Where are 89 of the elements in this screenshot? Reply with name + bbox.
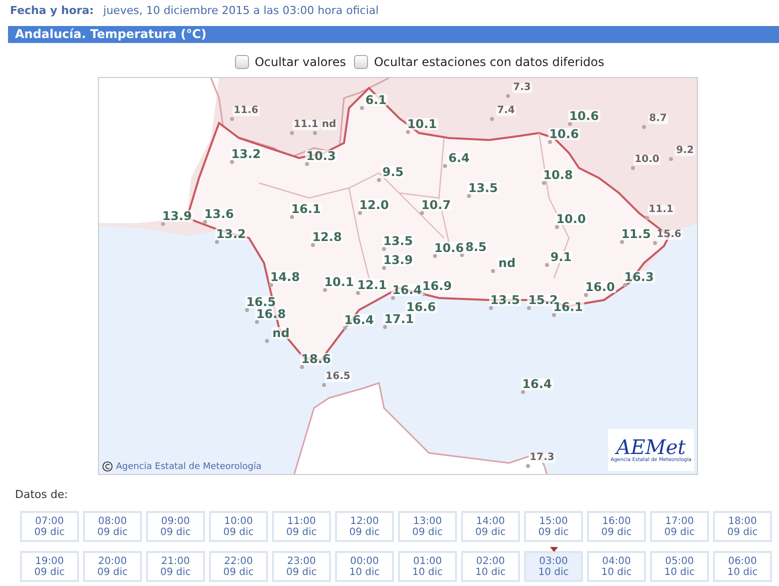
temperature-reading: 14.8 xyxy=(269,271,301,283)
checkbox[interactable] xyxy=(354,55,368,69)
date-label: Fecha y hora: xyxy=(10,4,94,17)
temperature-reading: 16.4 xyxy=(343,314,375,326)
time-slot-button[interactable]: 00:00 10 dic xyxy=(335,551,394,582)
temperature-reading: nd xyxy=(320,120,338,130)
temperature-reading: 16.0 xyxy=(584,281,616,293)
temperature-reading: 10.6 xyxy=(433,242,465,254)
temperature-reading: 10.6 xyxy=(548,128,580,140)
temperature-reading: 10.0 xyxy=(555,213,587,225)
temperature-reading: 13.9 xyxy=(382,254,414,266)
temperature-reading: 13.9 xyxy=(161,210,193,222)
temperature-reading: 16.9 xyxy=(421,280,453,292)
temperature-reading: 16.4 xyxy=(521,378,553,390)
temperature-reading: 9.2 xyxy=(675,146,695,156)
temperature-reading: 16.1 xyxy=(552,301,584,313)
temperature-reading: 17.1 xyxy=(383,313,415,325)
date-value: jueves, 10 diciembre 2015 a las 03:00 hora oficial xyxy=(103,4,379,17)
time-slot-button[interactable]: 13:00 09 dic xyxy=(398,511,457,542)
temperature-reading: 16.8 xyxy=(255,308,287,320)
checkbox[interactable] xyxy=(234,55,249,69)
temperature-reading: 12.1 xyxy=(356,279,388,291)
time-slot-button[interactable]: 11:00 09 dic xyxy=(272,511,331,542)
temperature-reading: 8.5 xyxy=(464,241,488,253)
temperature-reading: 11.5 xyxy=(620,228,652,240)
time-slot-button[interactable]: 12:00 09 dic xyxy=(335,511,394,542)
temperature-reading: 10.3 xyxy=(305,150,337,162)
temperature-reading: 10.7 xyxy=(420,199,452,211)
temperature-reading: 7.4 xyxy=(496,106,516,116)
logo-name: AEMet xyxy=(616,437,686,457)
temperature-reading: 10.8 xyxy=(542,169,574,181)
marker-icon xyxy=(550,547,558,552)
temperature-reading: 15.6 xyxy=(656,230,682,240)
time-slot-button[interactable]: 10:00 09 dic xyxy=(209,511,268,542)
temperature-reading: 11.1 xyxy=(648,205,674,215)
time-slot-button[interactable]: 01:00 10 dic xyxy=(398,551,457,582)
time-slot-button[interactable]: 02:00 10 dic xyxy=(461,551,520,582)
temperature-reading: 13.2 xyxy=(215,228,247,240)
time-slot-button[interactable]: 17:00 09 dic xyxy=(650,511,709,542)
temperature-reading: 9.5 xyxy=(381,166,405,178)
time-slot-button[interactable]: 23:00 09 dic xyxy=(272,551,331,582)
temperature-reading: 7.3 xyxy=(512,83,532,93)
temperature-reading: 16.4 xyxy=(391,284,423,296)
time-slot-button[interactable]: 14:00 09 dic xyxy=(461,511,520,542)
temperature-reading: 11.6 xyxy=(232,106,260,116)
time-slot-button[interactable]: 07:00 09 dic xyxy=(20,511,79,542)
temperature-reading: 8.7 xyxy=(648,114,668,124)
temperature-reading: 13.6 xyxy=(203,208,235,220)
temperature-reading: 13.5 xyxy=(467,182,499,194)
time-slot-button[interactable]: 09:00 09 dic xyxy=(146,511,205,542)
temperature-reading: 16.6 xyxy=(405,301,437,313)
time-slot-button[interactable]: 18:00 09 dic xyxy=(713,511,772,542)
time-slot-button[interactable]: 06:00 10 dic xyxy=(713,551,772,582)
temperature-reading: 10.1 xyxy=(323,276,355,288)
temperature-reading: 16.5 xyxy=(324,372,352,382)
temperature-reading: nd xyxy=(497,257,517,269)
temperature-reading: 13.5 xyxy=(382,235,414,247)
temperature-reading: 18.6 xyxy=(300,353,332,365)
temperature-reading: 12.0 xyxy=(358,199,390,211)
temperature-reading: 16.3 xyxy=(623,271,655,283)
temperature-reading: 6.1 xyxy=(364,94,388,106)
copyright-icon xyxy=(102,461,113,472)
checkbox-label: Ocultar estaciones con datos diferidos xyxy=(374,55,604,69)
time-slot-button[interactable]: 16:00 09 dic xyxy=(587,511,646,542)
checkbox-label: Ocultar valores xyxy=(254,55,346,69)
time-slot-button[interactable]: 21:00 09 dic xyxy=(146,551,205,582)
time-slot-button[interactable]: 08:00 09 dic xyxy=(83,511,142,542)
temperature-reading: 16.1 xyxy=(290,203,322,215)
temperature-reading: 10.6 xyxy=(568,110,600,122)
temperature-reading: 11.1 xyxy=(292,120,320,130)
time-slot-button[interactable]: 20:00 09 dic xyxy=(83,551,142,582)
temperature-reading: nd xyxy=(271,327,291,339)
temperature-reading: 13.2 xyxy=(230,148,262,160)
temperature-reading: 10.0 xyxy=(634,155,660,165)
temperature-reading: 10.1 xyxy=(406,118,438,130)
data-from-label: Datos de: xyxy=(15,488,69,501)
time-slot-button[interactable]: 15:00 09 dic xyxy=(524,511,583,542)
time-slot-button[interactable]: 22:00 09 dic xyxy=(209,551,268,582)
time-slot-button[interactable]: 19:00 09 dic xyxy=(20,551,79,582)
temperature-reading: 13.5 xyxy=(489,294,521,306)
time-slot-button[interactable]: 04:00 10 dic xyxy=(587,551,646,582)
temperature-reading: 16.5 xyxy=(245,296,277,308)
temperature-reading: 12.8 xyxy=(311,231,343,243)
section-title: Andalucía. Temperatura (°C) xyxy=(8,26,779,43)
time-slot-button[interactable]: 05:00 10 dic xyxy=(650,551,709,582)
map-credit: Agencia Estatal de Meteorología xyxy=(116,462,262,472)
temperature-reading: 6.4 xyxy=(447,152,471,164)
temperature-reading: 17.3 xyxy=(528,453,556,463)
temperature-reading: 9.1 xyxy=(549,251,573,263)
